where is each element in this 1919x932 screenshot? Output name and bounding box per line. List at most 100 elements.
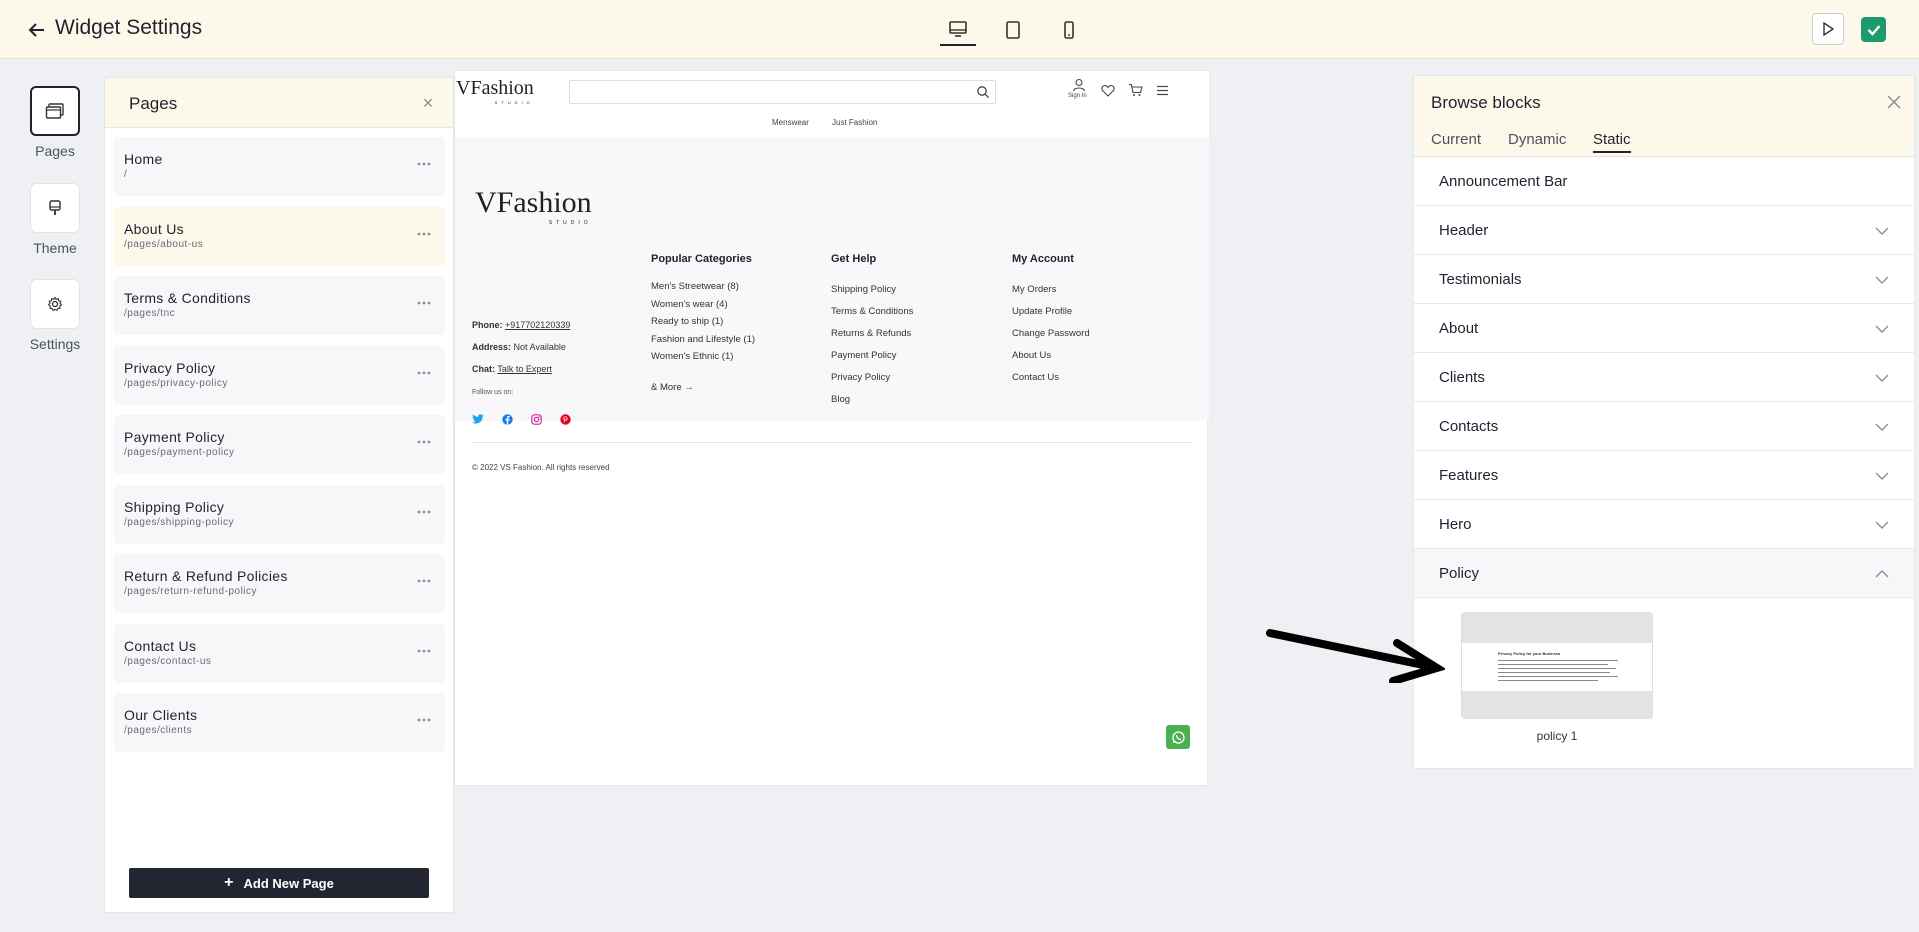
chevron-down-icon[interactable] (1874, 272, 1890, 286)
more-options-icon[interactable] (415, 435, 433, 449)
footer-link[interactable]: Returns & Refunds (831, 328, 911, 339)
page-row[interactable]: Payment Policy/pages/payment-policy (114, 415, 445, 474)
heart-icon[interactable] (1100, 82, 1116, 98)
whatsapp-icon[interactable] (1166, 725, 1190, 749)
page-name: Terms & Conditions (124, 290, 251, 306)
page-row[interactable]: Privacy Policy/pages/privacy-policy (114, 345, 445, 405)
chevron-down-icon[interactable] (1874, 321, 1890, 335)
chevron-down-icon[interactable] (1874, 517, 1890, 531)
more-options-icon[interactable] (415, 505, 433, 519)
footer-link[interactable]: Change Password (1012, 328, 1090, 339)
footer-link[interactable]: Payment Policy (831, 350, 896, 361)
back-arrow-icon[interactable] (26, 19, 48, 41)
twitter-icon[interactable] (472, 413, 484, 425)
close-icon[interactable]: × (419, 94, 437, 112)
nav-link-just-fashion[interactable]: Just Fashion (832, 118, 877, 127)
plus-icon: + (224, 874, 234, 891)
footer-logo: VFashion STUDIO (475, 186, 592, 226)
block-row[interactable]: About (1414, 304, 1914, 353)
more-options-icon[interactable] (415, 713, 433, 727)
more-options-icon[interactable] (415, 227, 433, 241)
close-icon[interactable] (1884, 92, 1904, 112)
tab-dynamic[interactable]: Dynamic (1508, 131, 1566, 151)
search-icon[interactable] (976, 85, 990, 104)
page-name: Return & Refund Policies (124, 568, 288, 584)
pinterest-icon[interactable] (559, 413, 571, 425)
cart-icon[interactable] (1127, 82, 1143, 98)
rail-pages[interactable]: Pages (24, 86, 86, 159)
page-row[interactable]: About Us/pages/about-us (114, 206, 445, 266)
user-icon[interactable] (1071, 77, 1087, 93)
chevron-down-icon[interactable] (1874, 468, 1890, 482)
footer-link[interactable]: My Orders (1012, 284, 1056, 295)
footer-link[interactable]: Men's Streetwear (8) (651, 281, 739, 292)
page-name: Privacy Policy (124, 359, 216, 376)
tablet-view-button[interactable] (995, 14, 1031, 46)
publish-check-button[interactable] (1861, 17, 1886, 42)
block-row[interactable]: Policy (1414, 549, 1914, 598)
desktop-view-button[interactable] (940, 14, 976, 46)
page-row[interactable]: Home / (114, 137, 445, 196)
page-row[interactable]: Return & Refund Policies/pages/return-re… (114, 554, 445, 613)
footer-chat: Chat: Talk to Expert (472, 364, 552, 374)
footer-link[interactable]: Women's Ethnic (1) (651, 351, 733, 362)
chevron-down-icon[interactable] (1874, 370, 1890, 384)
site-search-input[interactable] (569, 80, 996, 104)
footer-link[interactable]: Terms & Conditions (831, 306, 913, 317)
block-label: Policy (1439, 565, 1480, 582)
more-options-icon[interactable] (415, 644, 433, 658)
footer-link[interactable]: About Us (1012, 350, 1051, 361)
more-options-icon[interactable] (415, 574, 433, 588)
site-logo[interactable]: VFashion STUDIO (456, 77, 534, 105)
mobile-view-button[interactable] (1051, 14, 1087, 46)
page-row[interactable]: Shipping Policy/pages/shipping-policy (114, 484, 445, 544)
add-new-page-button[interactable]: + Add New Page (129, 868, 429, 898)
rail-theme[interactable]: Theme (24, 183, 86, 256)
block-label: Contacts (1439, 418, 1499, 435)
tab-static[interactable]: Static (1593, 131, 1631, 153)
block-row[interactable]: Testimonials (1414, 255, 1914, 304)
footer-link[interactable]: Privacy Policy (831, 372, 890, 383)
more-options-icon[interactable] (415, 296, 433, 310)
preview-play-button[interactable] (1812, 13, 1844, 45)
more-categories-link[interactable]: & More → (651, 382, 694, 393)
thumb-title: Privacy Policy for your Business (1498, 651, 1561, 656)
footer-link[interactable]: Contact Us (1012, 372, 1059, 383)
browse-blocks-header: Browse blocks Current Dynamic Static (1414, 76, 1914, 157)
footer-link[interactable]: Fashion and Lifestyle (1) (651, 334, 755, 345)
block-row[interactable]: Contacts (1414, 402, 1914, 451)
block-row[interactable]: Announcement Bar (1414, 157, 1914, 206)
policy-1-thumbnail[interactable]: Privacy Policy for your Business (1461, 612, 1653, 719)
footer-link[interactable]: Women's wear (4) (651, 299, 728, 310)
gear-icon (30, 279, 80, 329)
footer-link[interactable]: Update Profile (1012, 306, 1072, 317)
chevron-down-icon[interactable] (1874, 419, 1890, 433)
page-row[interactable]: Terms & Conditions/pages/tnc (114, 276, 445, 335)
page-path: /pages/shipping-policy (124, 516, 234, 528)
footer-link[interactable]: Ready to ship (1) (651, 316, 723, 327)
footer-link[interactable]: Shipping Policy (831, 284, 896, 295)
block-row[interactable]: Clients (1414, 353, 1914, 402)
pages-panel: Pages × Home / About Us/pages/about-us Term… (104, 77, 454, 913)
chevron-up-icon[interactable] (1874, 566, 1890, 580)
more-options-icon[interactable] (415, 366, 433, 380)
chevron-down-icon[interactable] (1874, 223, 1890, 237)
footer-link[interactable]: Blog (831, 394, 850, 405)
sign-in-label[interactable]: Sign In (1068, 93, 1087, 99)
tab-current[interactable]: Current (1431, 131, 1481, 151)
more-options-icon[interactable] (415, 157, 433, 171)
menu-icon[interactable] (1154, 82, 1170, 98)
pages-icon (30, 86, 80, 136)
phone-link[interactable]: +917702120339 (505, 320, 570, 330)
page-row[interactable]: Our Clients/pages/clients (114, 693, 445, 752)
footer-phone: Phone: +917702120339 (472, 320, 570, 330)
rail-settings[interactable]: Settings (24, 279, 86, 352)
block-row[interactable]: Features (1414, 451, 1914, 500)
instagram-icon[interactable] (530, 413, 542, 425)
nav-link-menswear[interactable]: Menswear (772, 118, 809, 127)
block-row[interactable]: Header (1414, 206, 1914, 255)
block-row[interactable]: Hero (1414, 500, 1914, 549)
chat-link[interactable]: Talk to Expert (497, 364, 552, 374)
facebook-icon[interactable] (501, 413, 513, 425)
page-row[interactable]: Contact Us/pages/contact-us (114, 623, 445, 683)
